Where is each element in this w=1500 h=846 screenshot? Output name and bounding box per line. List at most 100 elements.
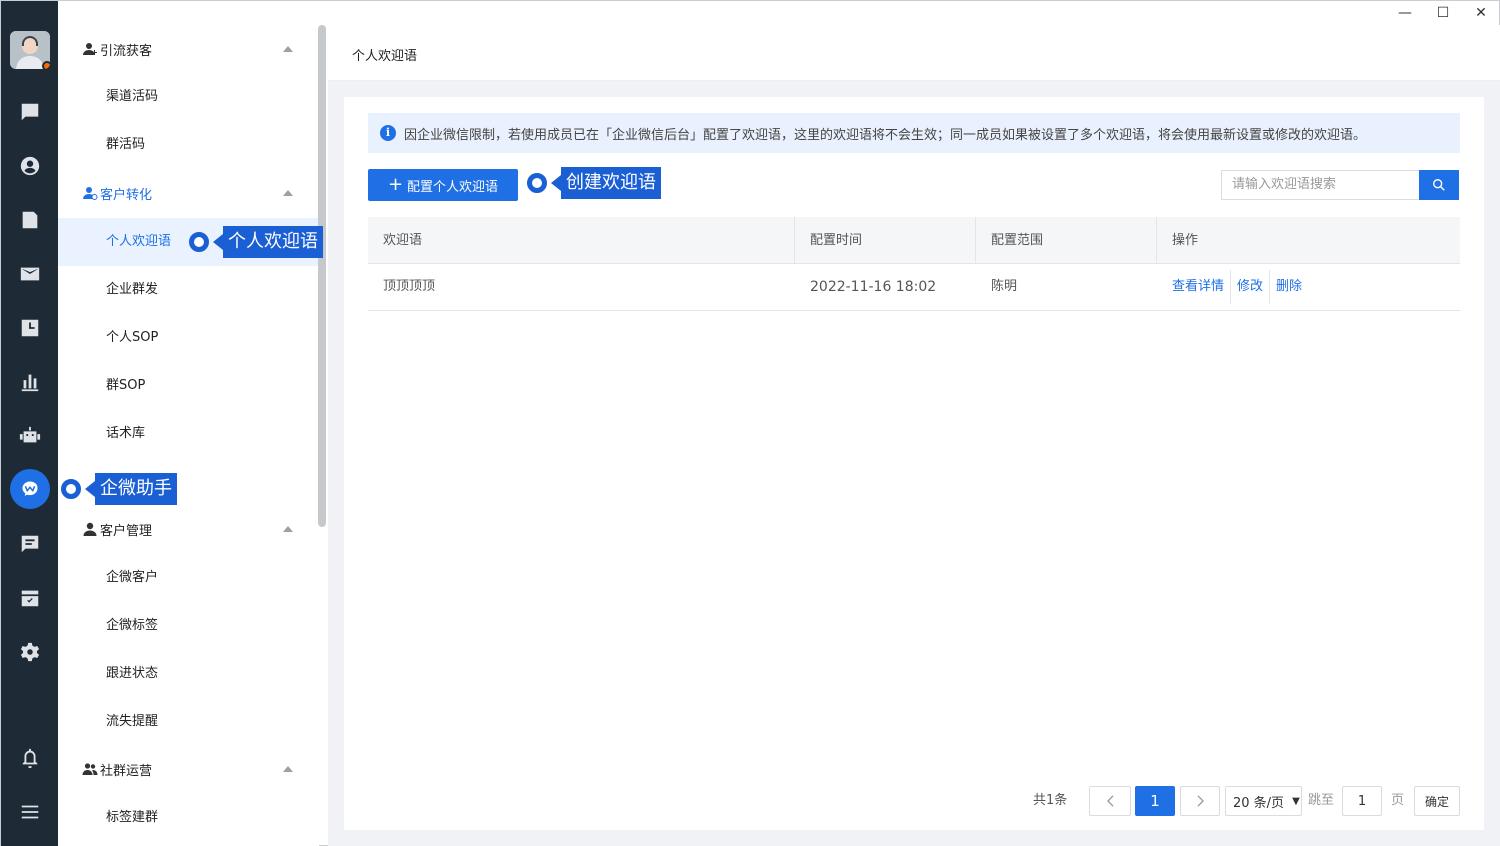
menu-group-acquisition[interactable]: 引流获客 [82, 39, 152, 59]
cell-time: 2022-11-16 18:02 [810, 279, 937, 295]
column-header-time: 配置时间 [795, 217, 976, 264]
menu-group-label: 客户转化 [100, 187, 153, 203]
cell-actions: 查看详情 修改 删除 [1157, 264, 1460, 310]
user-icon [83, 522, 97, 536]
notice-text: 因企业微信限制，若使用成员已在「企业微信后台」配置了欢迎语，这里的欢迎语将不会生… [404, 127, 1367, 143]
delete-link[interactable]: 删除 [1276, 279, 1302, 294]
menu-item-group-sop[interactable]: 群SOP [106, 376, 145, 396]
robot-icon[interactable] [15, 421, 45, 451]
menu-item-personal-welcome[interactable]: 个人欢迎语 [106, 232, 171, 252]
menu-item-churn-alert[interactable]: 流失提醒 [106, 712, 158, 732]
avatar[interactable] [10, 31, 50, 69]
callout-arrow [85, 481, 95, 497]
message-icon[interactable] [15, 529, 45, 559]
page-size-select[interactable]: 20 条/页 ▼ [1225, 786, 1302, 816]
column-header-scope: 配置范围 [976, 217, 1157, 264]
task-icon[interactable] [15, 583, 45, 613]
menu-item-followup-status[interactable]: 跟进状态 [106, 664, 158, 684]
close-icon[interactable]: ✕ [1472, 4, 1490, 22]
callout-create-welcome: 创建欢迎语 [527, 167, 661, 199]
status-dot [42, 61, 50, 69]
callout-marker [61, 479, 81, 499]
menu-icon[interactable] [15, 797, 45, 827]
column-header-actions: 操作 [1172, 233, 1199, 248]
confirm-jump-button[interactable]: 确定 [1414, 786, 1460, 816]
bell-icon[interactable] [15, 743, 45, 773]
chart-icon[interactable] [15, 367, 45, 397]
page-number-current[interactable]: 1 [1135, 786, 1175, 816]
next-page-button[interactable] [1180, 786, 1220, 816]
search-icon [1433, 179, 1445, 191]
collapse-caret-icon[interactable] [283, 766, 293, 772]
menu-item-personal-sop[interactable]: 个人SOP [106, 328, 158, 348]
menu-group-customer-management[interactable]: 客户管理 [82, 519, 152, 539]
secondary-menu: 引流获客 渠道活码 群活码 客户转化 个人欢迎语 企业群发 个人SOP 群SOP… [58, 1, 319, 846]
search-input[interactable]: 请输入欢迎语搜索 [1221, 170, 1420, 200]
user-convert-icon [83, 187, 98, 200]
icon-rail [1, 1, 58, 846]
callout-marker [527, 173, 547, 193]
menu-group-label: 客户管理 [100, 523, 153, 539]
callout-arrow [213, 234, 223, 250]
calendar-icon[interactable] [15, 313, 45, 343]
notice-banner: i 因企业微信限制，若使用成员已在「企业微信后台」配置了欢迎语，这里的欢迎语将不… [368, 113, 1460, 153]
settings-icon[interactable] [15, 637, 45, 667]
table-header: 欢迎语 配置时间 配置范围 操作 [368, 217, 1460, 264]
callout-label: 个人欢迎语 [223, 226, 323, 258]
column-header-welcome: 欢迎语 [368, 217, 795, 264]
minimize-icon[interactable]: — [1396, 4, 1414, 22]
menu-item-mass-send[interactable]: 企业群发 [106, 280, 158, 300]
menu-group-community[interactable]: 社群运营 [82, 759, 152, 779]
edit-link[interactable]: 修改 [1237, 279, 1263, 294]
jump-label: 跳至 [1308, 793, 1335, 808]
callout-arrow [551, 175, 561, 191]
info-icon: i [380, 125, 396, 141]
chevron-right-icon [1196, 795, 1204, 807]
content-card [344, 97, 1484, 830]
callout-marker [189, 232, 209, 252]
add-welcome-label: 配置个人欢迎语 [407, 179, 499, 195]
title-bar: — ☐ ✕ [328, 1, 1500, 25]
page-size-value: 20 条/页 [1233, 795, 1285, 811]
menu-item-tag-group[interactable]: 标签建群 [106, 808, 158, 828]
contact-icon[interactable] [15, 151, 45, 181]
menu-group-label: 引流获客 [100, 43, 153, 59]
view-details-link[interactable]: 查看详情 [1172, 279, 1224, 294]
chevron-left-icon [1106, 795, 1114, 807]
callout-personal-welcome: 个人欢迎语 [189, 226, 323, 258]
divider [1230, 269, 1232, 304]
document-icon[interactable] [15, 205, 45, 235]
menu-scrollbar[interactable] [318, 25, 326, 527]
callout-label: 企微助手 [95, 473, 177, 505]
jump-page-input[interactable]: 1 [1342, 786, 1382, 816]
page-header: 个人欢迎语 [328, 25, 1500, 81]
maximize-icon[interactable]: ☐ [1434, 4, 1452, 22]
table-row: 顶顶顶顶 2022-11-16 18:02 陈明 查看详情 修改 删除 [368, 264, 1460, 311]
menu-item-wecom-customers[interactable]: 企微客户 [106, 568, 158, 588]
menu-group-conversion[interactable]: 客户转化 [82, 183, 152, 203]
mail-icon[interactable] [15, 259, 45, 289]
divider [1269, 269, 1271, 304]
callout-wecom-assistant: 企微助手 [61, 473, 177, 505]
search-button[interactable] [1419, 170, 1459, 200]
cell-welcome: 顶顶顶顶 [383, 279, 436, 294]
menu-item-group-qrcode[interactable]: 群活码 [106, 135, 145, 155]
add-welcome-button[interactable]: + 配置个人欢迎语 [368, 169, 518, 201]
wecom-assistant-icon[interactable] [10, 469, 50, 509]
prev-page-button[interactable] [1089, 786, 1131, 816]
caret-down-icon: ▼ [1292, 795, 1300, 807]
total-count: 共1条 [1033, 793, 1068, 808]
menu-group-label: 社群运营 [100, 763, 153, 779]
chat-icon[interactable] [15, 97, 45, 127]
cell-scope: 陈明 [991, 279, 1018, 294]
collapse-caret-icon[interactable] [283, 190, 293, 196]
callout-label: 创建欢迎语 [561, 167, 661, 199]
menu-item-script-library[interactable]: 话术库 [106, 424, 145, 444]
page-title: 个人欢迎语 [352, 49, 418, 64]
user-add-icon [83, 43, 97, 55]
app-window: 引流获客 渠道活码 群活码 客户转化 个人欢迎语 企业群发 个人SOP 群SOP… [0, 0, 1500, 846]
menu-item-channel-qrcode[interactable]: 渠道活码 [106, 87, 158, 107]
collapse-caret-icon[interactable] [283, 46, 293, 52]
menu-item-wecom-tags[interactable]: 企微标签 [106, 616, 158, 636]
collapse-caret-icon[interactable] [283, 526, 293, 532]
